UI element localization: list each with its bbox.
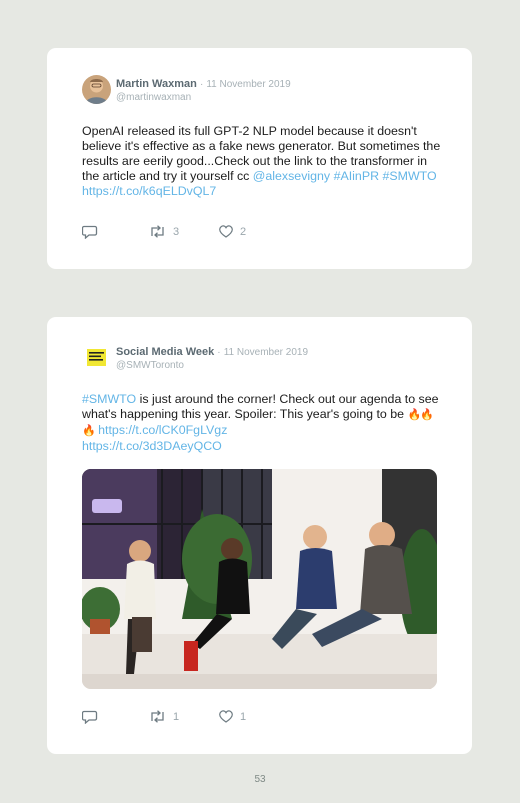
author-handle[interactable]: @SMWToronto [116, 360, 184, 371]
retweet-button[interactable]: 1 [149, 710, 179, 723]
url-link[interactable]: https://t.co/3d3DAeyQCO [82, 439, 222, 453]
reply-icon [82, 225, 98, 239]
reply-button[interactable] [82, 225, 98, 239]
reply-button[interactable] [82, 710, 98, 724]
tweet-date: 11 November 2019 [206, 79, 291, 90]
like-count: 1 [240, 710, 247, 723]
like-count: 2 [240, 225, 247, 238]
like-button[interactable]: 1 [219, 710, 246, 723]
tweet-date: 11 November 2019 [223, 347, 309, 358]
url-link[interactable]: https://t.co/lCK0FgLVgz [98, 423, 227, 437]
retweet-count: 1 [173, 710, 180, 723]
retweet-icon [151, 225, 164, 238]
retweet-icon [151, 710, 164, 723]
hashtag-link[interactable]: #SMWTO [383, 169, 437, 183]
separator-dot: · [217, 347, 221, 358]
tweet-text: #SMWTO is just around the corner! Check … [82, 392, 442, 454]
tweet-body: is just around the corner! Check out our… [82, 392, 439, 421]
retweet-count: 3 [173, 225, 180, 238]
heart-icon [219, 710, 233, 723]
retweet-button[interactable]: 3 [149, 225, 179, 238]
hashtag-link[interactable]: #SMWTO [82, 392, 136, 406]
separator-dot: · [199, 79, 204, 90]
hashtag-link[interactable]: #AIinPR [334, 169, 379, 183]
tweet-card: Martin Waxman · 11 November 2019 @martin… [47, 48, 472, 269]
author-handle[interactable]: @martinwaxman [116, 92, 191, 103]
heart-icon [219, 225, 233, 238]
author-name[interactable]: Social Media Week [116, 346, 214, 358]
tweet-actions: 1 1 [82, 710, 322, 726]
author-name[interactable]: Martin Waxman [116, 78, 197, 90]
smw-logo-icon[interactable] [82, 343, 111, 372]
tweet-actions: 3 2 [82, 225, 322, 241]
tweet-card: Social Media Week · 11 November 2019 @SM… [47, 317, 472, 754]
tweet-text: OpenAI released its full GPT-2 NLP model… [82, 124, 442, 199]
reply-icon [82, 710, 98, 724]
panel-photo[interactable] [82, 469, 437, 689]
url-link[interactable]: https://t.co/k6qELDvQL7 [82, 184, 216, 198]
person-avatar-icon[interactable] [82, 75, 111, 104]
mention-link[interactable]: @alexsevigny [253, 169, 330, 183]
like-button[interactable]: 2 [219, 225, 246, 238]
page-number: 53 [254, 774, 266, 785]
